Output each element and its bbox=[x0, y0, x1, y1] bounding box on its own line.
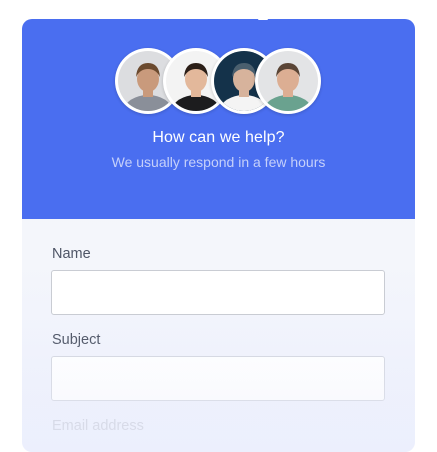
header-subtitle: We usually respond in a few hours bbox=[111, 154, 326, 170]
email-label: Email address bbox=[52, 418, 144, 434]
subject-label: Subject bbox=[52, 332, 101, 348]
team-avatar-4 bbox=[255, 48, 321, 114]
contact-widget: How can we help? We usually respond in a… bbox=[22, 19, 415, 452]
widget-header: How can we help? We usually respond in a… bbox=[22, 19, 415, 219]
header-title: How can we help? bbox=[152, 129, 285, 146]
team-avatar-4-photo bbox=[258, 51, 318, 111]
header-notch bbox=[258, 19, 268, 20]
team-avatars bbox=[115, 48, 325, 116]
name-label: Name bbox=[52, 246, 91, 262]
name-input[interactable] bbox=[51, 270, 385, 315]
subject-input[interactable] bbox=[51, 356, 385, 401]
